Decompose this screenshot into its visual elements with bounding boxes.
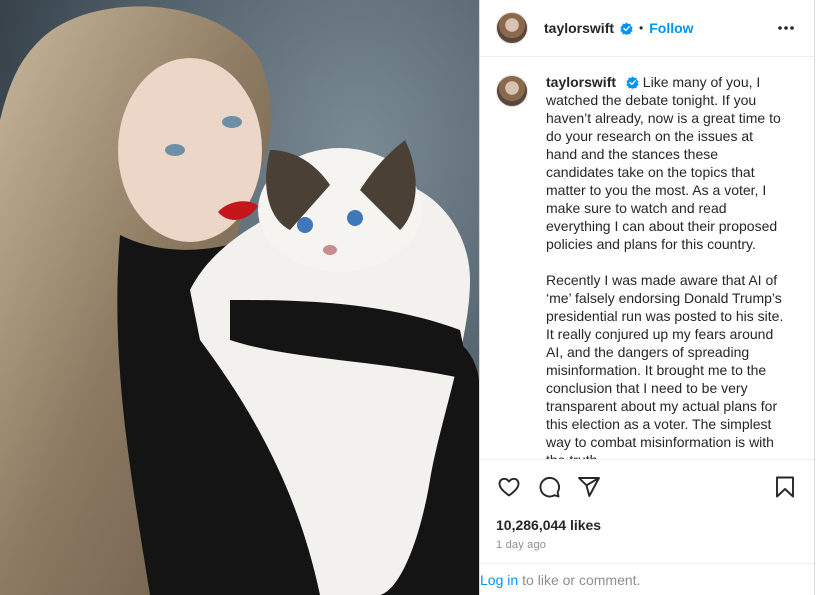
login-prompt-text: to like or comment. xyxy=(522,571,641,588)
post-header: taylorswift • Follow xyxy=(480,0,814,57)
follow-button[interactable]: Follow xyxy=(649,20,693,36)
user-avatar[interactable] xyxy=(496,12,528,44)
caption-username[interactable]: taylorswift xyxy=(546,74,616,90)
action-icons-row xyxy=(496,474,798,500)
caption-paragraph-2: Recently I was made aware that AI of ‘me… xyxy=(546,272,784,459)
verified-badge-icon xyxy=(620,21,633,35)
caption-text: taylorswift Like many of you, I watched … xyxy=(546,73,786,459)
post-timestamp[interactable]: 1 day ago xyxy=(496,539,798,551)
header-separator: • xyxy=(639,21,644,35)
caption-verified-badge-icon xyxy=(626,76,639,89)
post-photo-illustration xyxy=(0,0,479,595)
bookmark-icon[interactable] xyxy=(772,474,798,500)
caption-row: taylorswift Like many of you, I watched … xyxy=(496,73,798,459)
login-link[interactable]: Log in xyxy=(480,572,518,588)
login-prompt: Log in to like or comment. xyxy=(480,563,814,595)
caption-user-avatar[interactable] xyxy=(496,75,528,107)
post-actions: 10,286,044 likes 1 day ago xyxy=(480,459,814,563)
caption-paragraph: taylorswift Like many of you, I watched … xyxy=(546,73,786,253)
caption-paragraph-1: Like many of you, I watched the debate t… xyxy=(546,74,781,252)
send-icon[interactable] xyxy=(576,474,602,500)
heart-icon[interactable] xyxy=(496,474,522,500)
caption-area[interactable]: taylorswift Like many of you, I watched … xyxy=(480,57,814,459)
comment-icon[interactable] xyxy=(536,474,562,500)
post-photo[interactable] xyxy=(0,0,479,595)
header-username[interactable]: taylorswift xyxy=(544,20,614,36)
more-horizontal-icon[interactable] xyxy=(776,18,796,38)
post-details-panel: taylorswift • Follow taylorswift Like ma… xyxy=(479,0,815,595)
likes-count[interactable]: 10,286,044 likes xyxy=(496,517,798,533)
